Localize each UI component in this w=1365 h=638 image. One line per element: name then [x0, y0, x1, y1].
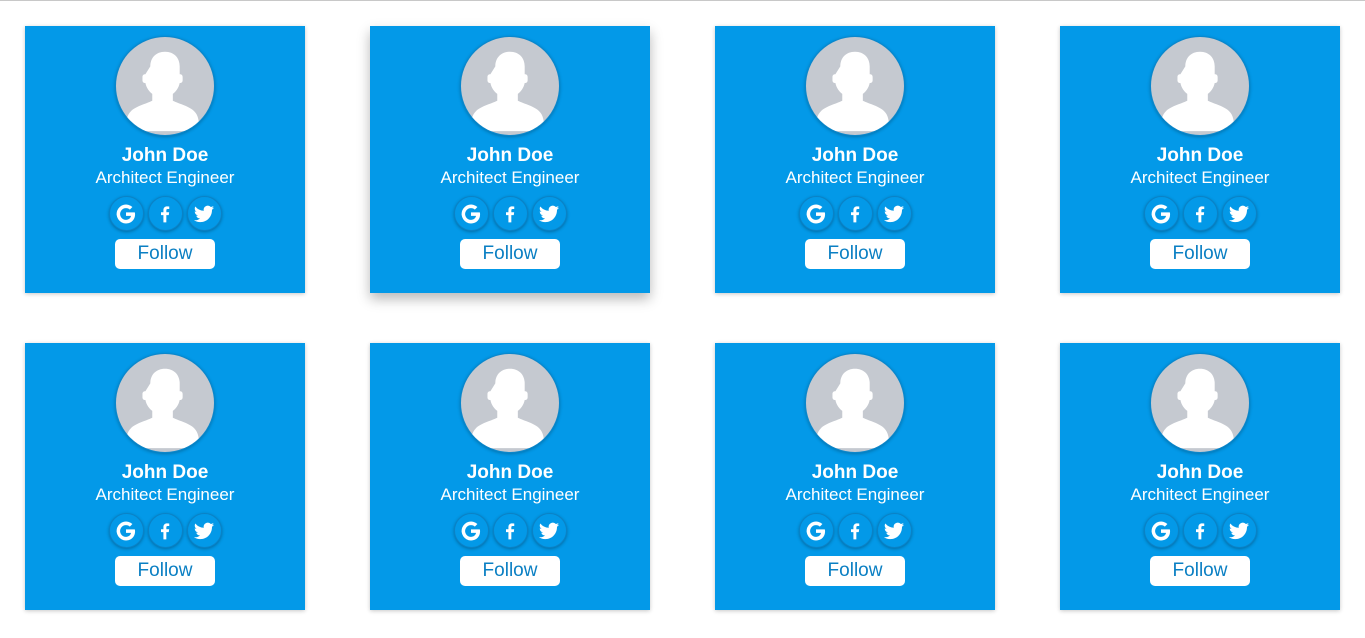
twitter-icon[interactable] [531, 196, 567, 231]
profile-title: Architect Engineer [1130, 485, 1270, 504]
google-icon[interactable] [1143, 196, 1179, 231]
follow-button[interactable]: Follow [115, 239, 215, 269]
avatar [460, 353, 560, 453]
twitter-icon[interactable] [531, 513, 567, 548]
avatar [115, 36, 215, 136]
avatar [460, 36, 560, 136]
profile-title: Architect Engineer [95, 485, 235, 504]
google-icon[interactable] [453, 196, 489, 231]
facebook-icon[interactable] [1182, 196, 1218, 231]
profile-name: John Doe [1156, 462, 1244, 483]
follow-button[interactable]: Follow [460, 239, 560, 269]
google-icon[interactable] [1143, 513, 1179, 548]
profile-card-grid: John Doe Architect Engineer Follow John … [25, 26, 1340, 610]
twitter-icon[interactable] [186, 513, 222, 548]
social-links [108, 196, 222, 231]
facebook-icon[interactable] [147, 513, 183, 548]
profile-title: Architect Engineer [785, 485, 925, 504]
profile-title: Architect Engineer [440, 485, 580, 504]
facebook-icon[interactable] [1182, 513, 1218, 548]
follow-button[interactable]: Follow [1150, 556, 1250, 586]
social-links [108, 513, 222, 548]
facebook-icon[interactable] [837, 513, 873, 548]
profile-name: John Doe [811, 462, 899, 483]
profile-name: John Doe [466, 462, 554, 483]
social-links [798, 196, 912, 231]
social-links [798, 513, 912, 548]
follow-button[interactable]: Follow [115, 556, 215, 586]
profile-name: John Doe [1156, 145, 1244, 166]
avatar [1150, 36, 1250, 136]
profile-card: John Doe Architect Engineer Follow [370, 26, 650, 293]
follow-button[interactable]: Follow [460, 556, 560, 586]
profile-title: Architect Engineer [440, 168, 580, 187]
social-links [1143, 196, 1257, 231]
social-links [453, 513, 567, 548]
profile-title: Architect Engineer [1130, 168, 1270, 187]
social-links [453, 196, 567, 231]
facebook-icon[interactable] [147, 196, 183, 231]
facebook-icon[interactable] [492, 196, 528, 231]
profile-card: John Doe Architect Engineer Follow [1060, 343, 1340, 610]
twitter-icon[interactable] [876, 513, 912, 548]
profile-card: John Doe Architect Engineer Follow [25, 343, 305, 610]
profile-name: John Doe [811, 145, 899, 166]
profile-title: Architect Engineer [95, 168, 235, 187]
profile-name: John Doe [466, 145, 554, 166]
profile-name: John Doe [121, 145, 209, 166]
google-icon[interactable] [798, 196, 834, 231]
follow-button[interactable]: Follow [1150, 239, 1250, 269]
profile-card: John Doe Architect Engineer Follow [715, 26, 995, 293]
social-links [1143, 513, 1257, 548]
follow-button[interactable]: Follow [805, 239, 905, 269]
profile-card: John Doe Architect Engineer Follow [1060, 26, 1340, 293]
avatar [805, 36, 905, 136]
twitter-icon[interactable] [876, 196, 912, 231]
avatar [1150, 353, 1250, 453]
profile-card: John Doe Architect Engineer Follow [25, 26, 305, 293]
avatar [805, 353, 905, 453]
twitter-icon[interactable] [1221, 196, 1257, 231]
google-icon[interactable] [798, 513, 834, 548]
twitter-icon[interactable] [186, 196, 222, 231]
twitter-icon[interactable] [1221, 513, 1257, 548]
google-icon[interactable] [108, 196, 144, 231]
top-divider [0, 0, 1365, 1]
avatar [115, 353, 215, 453]
follow-button[interactable]: Follow [805, 556, 905, 586]
profile-title: Architect Engineer [785, 168, 925, 187]
profile-name: John Doe [121, 462, 209, 483]
profile-card: John Doe Architect Engineer Follow [715, 343, 995, 610]
profile-card: John Doe Architect Engineer Follow [370, 343, 650, 610]
google-icon[interactable] [108, 513, 144, 548]
facebook-icon[interactable] [837, 196, 873, 231]
facebook-icon[interactable] [492, 513, 528, 548]
google-icon[interactable] [453, 513, 489, 548]
